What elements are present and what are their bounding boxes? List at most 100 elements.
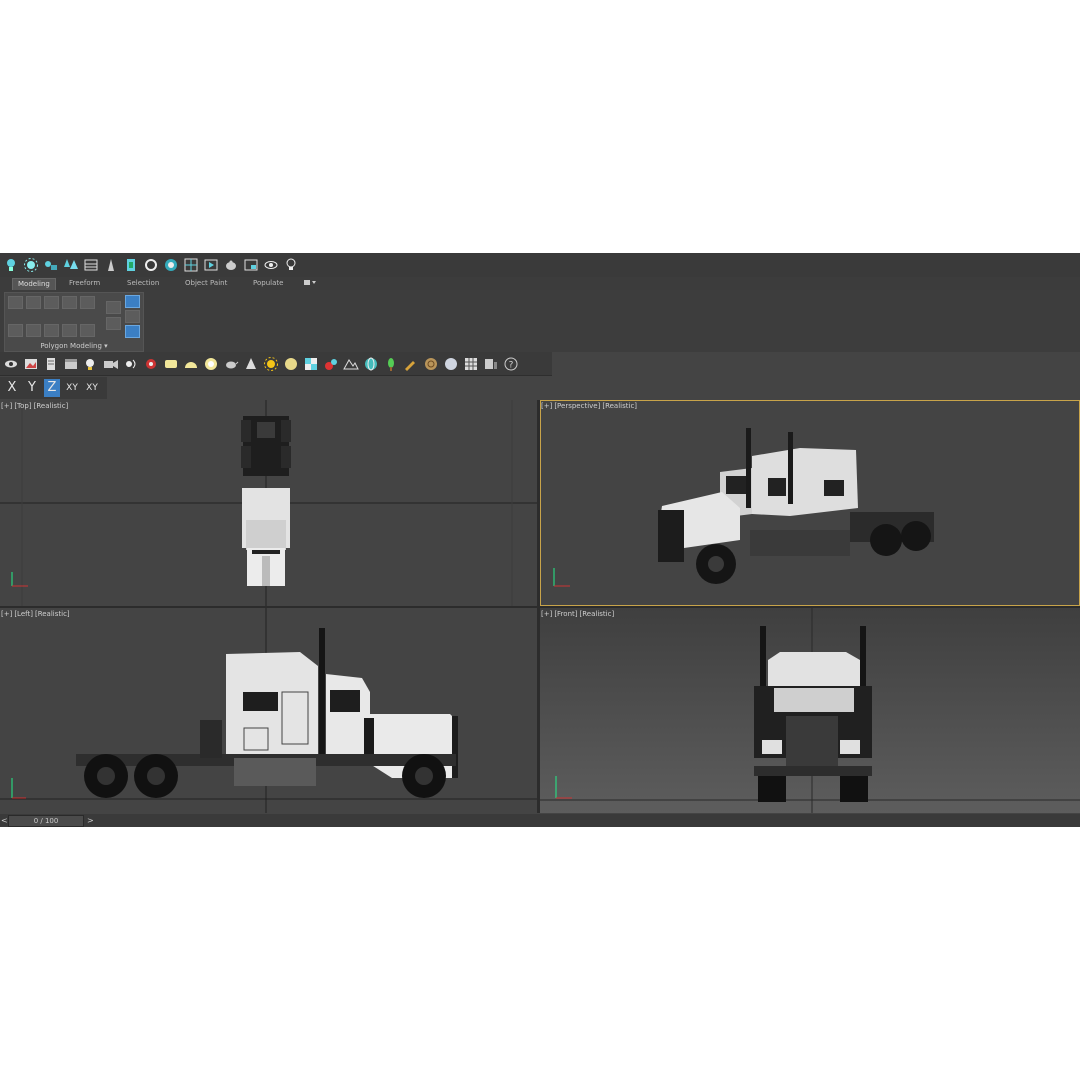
checker-icon[interactable]: [302, 355, 320, 373]
vertex-icon[interactable]: [8, 296, 23, 309]
viewport-menu[interactable]: [+]: [1, 610, 12, 618]
restrict-z-button[interactable]: Z: [44, 379, 60, 397]
table-icon[interactable]: [82, 256, 100, 274]
by-vertex-icon[interactable]: [125, 310, 140, 323]
viewport-label-left[interactable]: [+] [Left] [Realistic]: [1, 610, 72, 618]
helper-icon[interactable]: [142, 355, 160, 373]
prev-frame-button[interactable]: <: [1, 814, 8, 827]
layers-icon[interactable]: [482, 355, 500, 373]
plant-icon[interactable]: [382, 355, 400, 373]
image-icon[interactable]: [22, 355, 40, 373]
shading-menu[interactable]: [Realistic]: [580, 610, 615, 618]
sound-icon[interactable]: [122, 355, 140, 373]
tab-freeform[interactable]: Freeform: [64, 278, 105, 289]
svg-text:?: ?: [509, 360, 514, 370]
preview-icon[interactable]: [106, 301, 121, 314]
view-menu[interactable]: [Left]: [14, 610, 33, 618]
dome-icon[interactable]: [182, 355, 200, 373]
tree-icon[interactable]: [122, 256, 140, 274]
sheet-icon[interactable]: [42, 355, 60, 373]
chevron-down-icon: ▾: [104, 342, 108, 350]
restrict-x-button[interactable]: X: [4, 379, 20, 397]
viewport-top[interactable]: [+] [Top] [Realistic]: [0, 400, 537, 606]
front-view-render: [540, 608, 1080, 813]
edge-icon[interactable]: [26, 296, 41, 309]
element-icon[interactable]: [80, 296, 95, 309]
polygon-icon[interactable]: [62, 296, 77, 309]
bottle-icon[interactable]: [102, 256, 120, 274]
selection-mode-icon[interactable]: [125, 295, 140, 308]
viewport-menu[interactable]: [+]: [541, 402, 552, 410]
render-frame-icon[interactable]: [202, 256, 220, 274]
restrict-xy-button[interactable]: XY: [64, 379, 80, 397]
grid-icon[interactable]: [462, 355, 480, 373]
rect-light-icon[interactable]: [162, 355, 180, 373]
help-icon[interactable]: ?: [502, 355, 520, 373]
viewport-perspective[interactable]: [+] [Perspective] [Realistic]: [540, 400, 1080, 606]
ribbon-options-icon[interactable]: [298, 278, 322, 289]
viewport-label-front[interactable]: [+] [Front] [Realistic]: [541, 610, 616, 618]
viewport-front[interactable]: [+] [Front] [Realistic]: [540, 608, 1080, 813]
shading-menu[interactable]: [Realistic]: [35, 610, 70, 618]
tab-object-paint[interactable]: Object Paint: [180, 278, 232, 289]
rotate-icon[interactable]: [142, 256, 160, 274]
top-view-render: [0, 400, 537, 606]
time-slider-bar: < 0 / 100 >: [0, 814, 1080, 827]
fullscreen-icon[interactable]: [242, 256, 260, 274]
viewport-label-perspective[interactable]: [+] [Perspective] [Realistic]: [541, 402, 639, 410]
ribbon-tab-bar: Modeling Freeform Selection Object Paint…: [0, 277, 1080, 290]
toggle-icon[interactable]: [80, 324, 95, 337]
teapot-icon[interactable]: [222, 355, 240, 373]
shading-menu[interactable]: [Realistic]: [602, 402, 637, 410]
by-angle-icon[interactable]: [125, 325, 140, 338]
tab-populate[interactable]: Populate: [248, 278, 288, 289]
view-menu[interactable]: [Top]: [14, 402, 31, 410]
tab-modeling[interactable]: Modeling: [12, 278, 56, 290]
show-end-result-icon[interactable]: [44, 324, 59, 337]
view-menu[interactable]: [Perspective]: [554, 402, 600, 410]
perspective-view-render: [553, 428, 934, 587]
material-sphere-icon[interactable]: [442, 355, 460, 373]
light-icon[interactable]: [82, 355, 100, 373]
pin-stack-icon[interactable]: [62, 324, 77, 337]
particles-icon[interactable]: [42, 256, 60, 274]
calendar-icon[interactable]: [62, 355, 80, 373]
border-icon[interactable]: [44, 296, 59, 309]
next-frame-button[interactable]: >: [87, 814, 94, 827]
view-menu[interactable]: [Front]: [554, 610, 577, 618]
axis-constraints-toolbar: X Y Z XY XY: [0, 377, 107, 399]
polygon-modeling-dropdown[interactable]: Polygon Modeling ▾: [5, 342, 143, 350]
sun-icon[interactable]: [22, 256, 40, 274]
viewport-menu[interactable]: [+]: [1, 402, 12, 410]
paint-icon[interactable]: [322, 355, 340, 373]
collapse-icon[interactable]: [26, 324, 41, 337]
ignore-backfacing-icon[interactable]: [106, 317, 121, 330]
render-icon[interactable]: [162, 256, 180, 274]
modify-mode-icon[interactable]: [8, 324, 23, 337]
viewport-icon[interactable]: [182, 256, 200, 274]
shell-icon[interactable]: [422, 355, 440, 373]
eye-icon[interactable]: [262, 256, 280, 274]
ring-icon[interactable]: [202, 355, 220, 373]
viewport-left[interactable]: [+] [Left] [Realistic]: [0, 608, 537, 813]
viewport-label-top[interactable]: [+] [Top] [Realistic]: [1, 402, 70, 410]
sun-icon[interactable]: [262, 355, 280, 373]
shading-menu[interactable]: [Realistic]: [34, 402, 69, 410]
restrict-y-button[interactable]: Y: [24, 379, 40, 397]
viewport-menu[interactable]: [+]: [541, 610, 552, 618]
teapot-render-icon[interactable]: [222, 256, 240, 274]
time-slider[interactable]: 0 / 100: [8, 815, 84, 827]
bulb-icon[interactable]: [282, 256, 300, 274]
tab-selection[interactable]: Selection: [122, 278, 164, 289]
globe-icon[interactable]: [362, 355, 380, 373]
left-view-render: [0, 608, 537, 813]
eye-icon[interactable]: [2, 355, 20, 373]
cone-icon[interactable]: [242, 355, 260, 373]
trees-icon[interactable]: [62, 256, 80, 274]
brush-icon[interactable]: [402, 355, 420, 373]
terrain-icon[interactable]: [342, 355, 360, 373]
sphere-icon[interactable]: [282, 355, 300, 373]
cycle-plane-button[interactable]: XY: [84, 379, 100, 397]
camera-bubble-icon[interactable]: [102, 355, 120, 373]
lightbulb-icon[interactable]: [2, 256, 20, 274]
